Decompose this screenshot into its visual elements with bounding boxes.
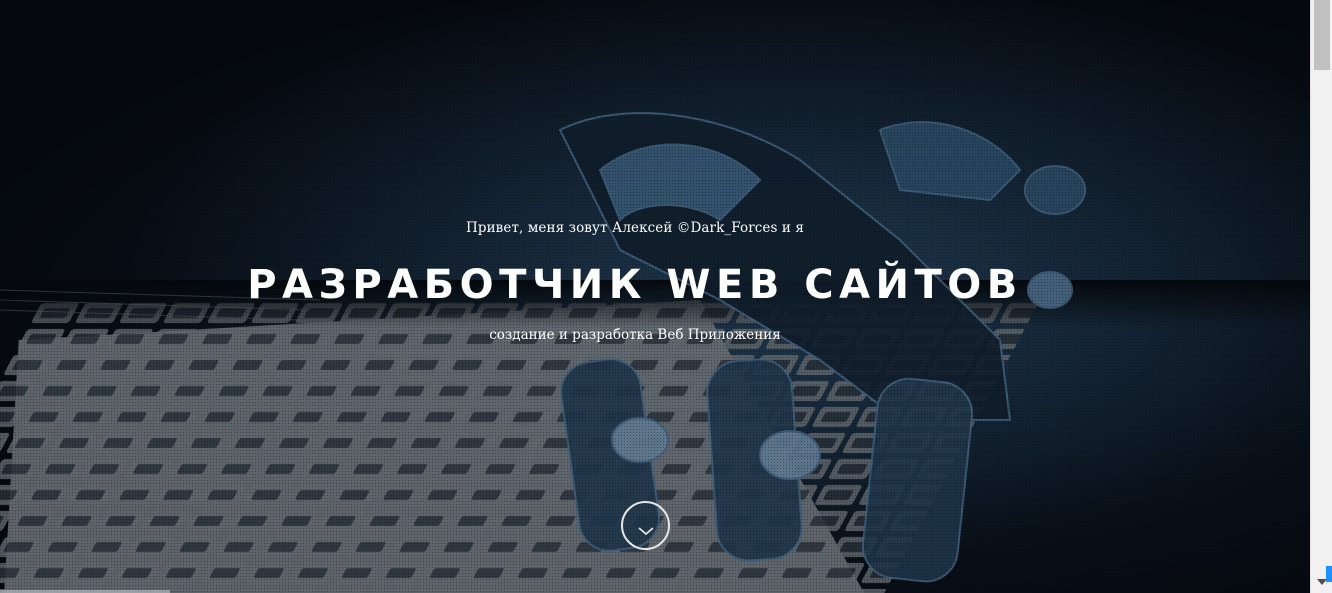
scroll-position-marker bbox=[1326, 566, 1332, 582]
hero-title: РАЗРАБОТЧИК WEB САЙТОВ bbox=[247, 262, 1023, 308]
hero-subtitle: создание и разработка Веб Приложения bbox=[489, 327, 781, 343]
hero-content: Привет, меня зовут Алексей ©Dark_Forces … bbox=[0, 0, 1310, 593]
hero-greeting: Привет, меня зовут Алексей ©Dark_Forces … bbox=[465, 220, 805, 236]
scroll-down-button[interactable] bbox=[621, 501, 670, 550]
page-scrollbar[interactable] bbox=[1310, 0, 1332, 593]
scrollbar-thumb[interactable] bbox=[1314, 0, 1330, 70]
chevron-down-icon bbox=[638, 527, 654, 536]
hero-section: Привет, меня зовут Алексей ©Dark_Forces … bbox=[0, 0, 1310, 593]
